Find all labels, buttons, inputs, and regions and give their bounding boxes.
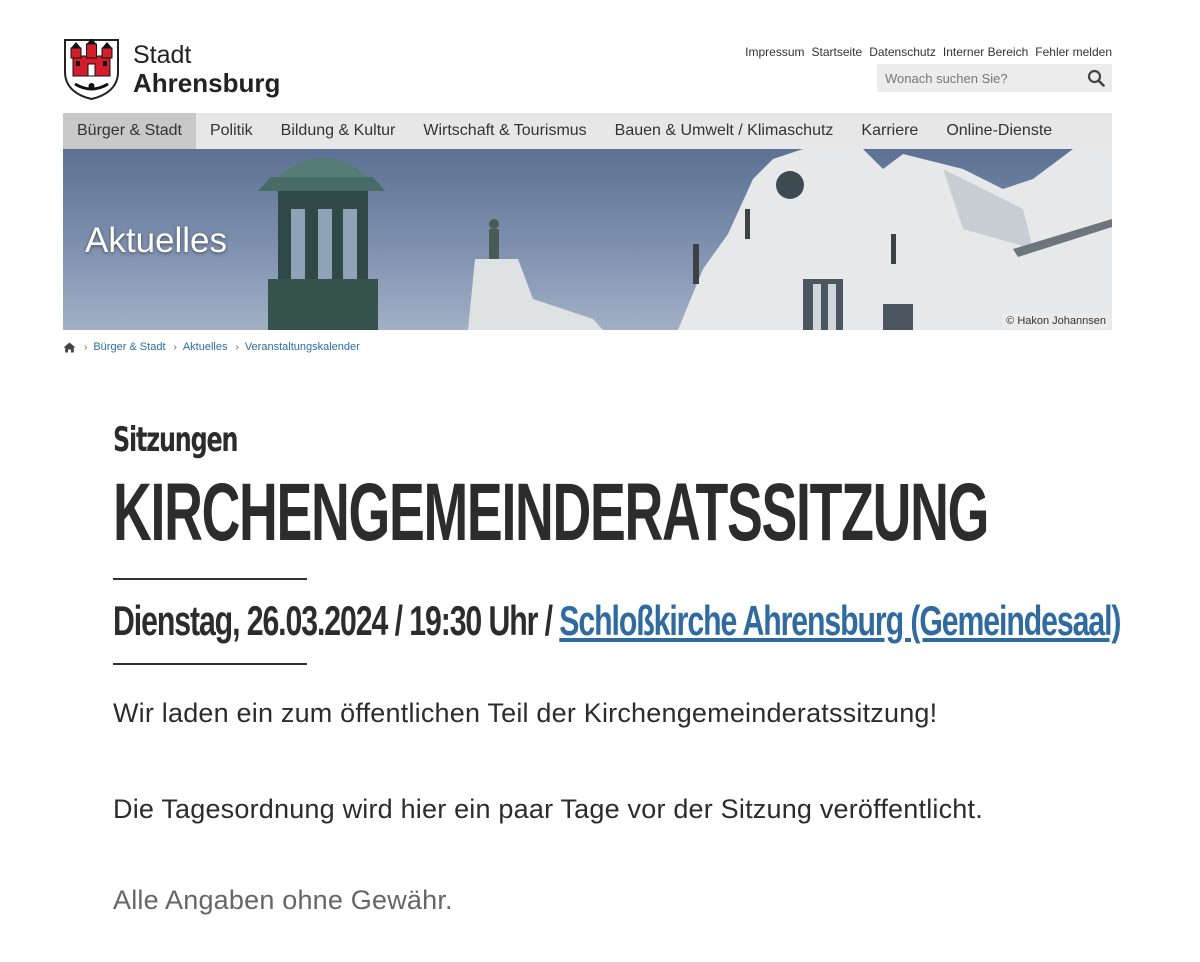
nav-item-bauen-umwelt[interactable]: Bauen & Umwelt / Klimaschutz <box>601 113 848 149</box>
chevron-right-icon: › <box>84 341 88 353</box>
event-disclaimer: Alle Angaben ohne Gewähr. <box>113 885 453 915</box>
link-startseite[interactable]: Startseite <box>811 45 862 59</box>
event-agenda-note: Die Tagesordnung wird hier ein paar Tage… <box>113 794 983 824</box>
search-button[interactable] <box>1080 64 1112 92</box>
event-title: KIRCHENGEMEINDERATSSITZUNG <box>113 467 989 558</box>
nav-item-politik[interactable]: Politik <box>196 113 267 149</box>
logo-text-city: Ahrensburg <box>133 67 281 98</box>
nav-item-online-dienste[interactable]: Online-Dienste <box>932 113 1066 149</box>
city-crest-icon <box>64 38 119 100</box>
nav-item-buerger-stadt[interactable]: Bürger & Stadt <box>63 113 196 149</box>
chevron-right-icon: › <box>235 341 239 353</box>
event-category: Sitzungen <box>113 420 239 460</box>
chevron-right-icon: › <box>173 341 177 353</box>
divider <box>113 663 307 665</box>
event-date-time: Dienstag, 26.03.2024 / 19:30 Uhr / <box>113 597 560 644</box>
nav-item-bildung-kultur[interactable]: Bildung & Kultur <box>267 113 410 149</box>
divider <box>113 578 307 580</box>
nav-item-karriere[interactable]: Karriere <box>847 113 932 149</box>
link-fehler-melden[interactable]: Fehler melden <box>1035 45 1112 59</box>
breadcrumb-item-aktuelles[interactable]: Aktuelles <box>183 341 228 353</box>
home-icon[interactable] <box>63 342 76 353</box>
link-interner-bereich[interactable]: Interner Bereich <box>943 45 1028 59</box>
photo-credit: © Hakon Johannsen <box>1002 313 1110 329</box>
search-icon <box>1087 69 1105 87</box>
event-description: Wir laden ein zum öffentlichen Teil der … <box>113 698 938 728</box>
link-datenschutz[interactable]: Datenschutz <box>869 45 936 59</box>
hero-banner: Aktuelles © Hakon Johannsen <box>63 149 1112 330</box>
breadcrumb-item-buerger-stadt[interactable]: Bürger & Stadt <box>93 341 165 353</box>
search-box <box>877 64 1112 92</box>
link-impressum[interactable]: Impressum <box>745 45 804 59</box>
logo-text-stadt: Stadt <box>133 40 192 69</box>
breadcrumb: › Bürger & Stadt › Aktuelles › Veranstal… <box>63 341 360 353</box>
hero-title: Aktuelles <box>85 221 228 260</box>
main-navigation: Bürger & Stadt Politik Bildung & Kultur … <box>63 113 1112 149</box>
event-dateline: Dienstag, 26.03.2024 / 19:30 Uhr / Schlo… <box>113 597 1122 644</box>
search-input[interactable] <box>877 64 1080 92</box>
service-navigation: Impressum Startseite Datenschutz Interne… <box>745 45 1112 59</box>
nav-item-wirtschaft-tourismus[interactable]: Wirtschaft & Tourismus <box>409 113 600 149</box>
event-location-link[interactable]: Schloßkirche Ahrensburg (Gemeindesaal) <box>559 597 1121 644</box>
site-logo[interactable]: Stadt Ahrensburg <box>63 37 283 101</box>
breadcrumb-item-veranstaltungskalender[interactable]: Veranstaltungskalender <box>245 341 360 353</box>
